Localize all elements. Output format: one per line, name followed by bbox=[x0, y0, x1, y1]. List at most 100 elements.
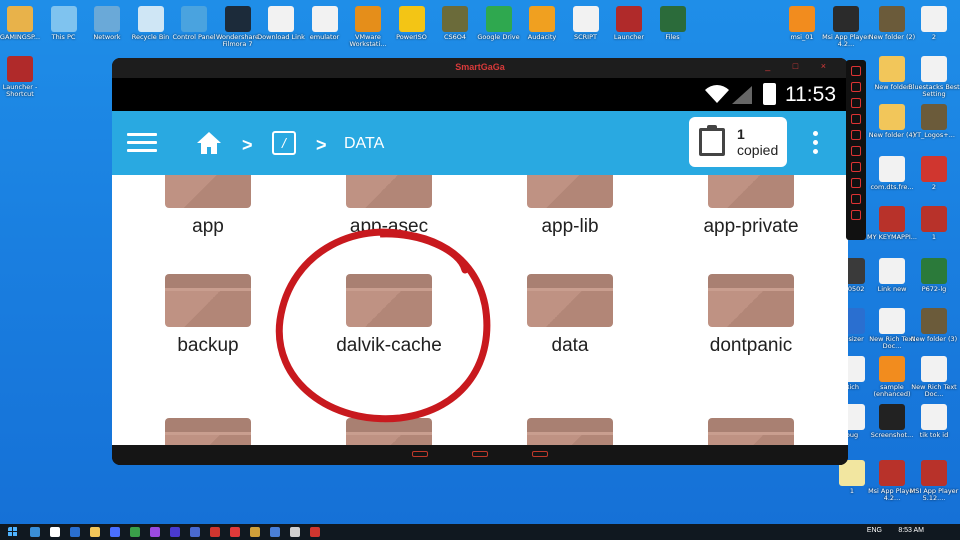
desktop-icon-image bbox=[7, 56, 33, 82]
desktop-icon[interactable]: Bluestacks Best Setting bbox=[908, 56, 960, 98]
folder-item[interactable] bbox=[495, 418, 645, 445]
taskbar-app-icon[interactable] bbox=[150, 527, 160, 537]
desktop-icon-image bbox=[789, 6, 815, 32]
folder-item[interactable]: backup bbox=[133, 274, 283, 357]
more-options-icon[interactable] bbox=[813, 131, 819, 155]
desktop-icon[interactable]: 2 bbox=[908, 156, 960, 191]
home-nav-icon[interactable] bbox=[472, 451, 488, 457]
taskbar-app-icon[interactable] bbox=[110, 527, 120, 537]
desktop-icon[interactable]: 2 bbox=[908, 6, 960, 41]
tool-icon[interactable] bbox=[851, 146, 861, 156]
desktop-icon-image bbox=[879, 404, 905, 430]
desktop-icon-image bbox=[7, 6, 33, 32]
desktop-icon[interactable]: 1 bbox=[908, 206, 960, 241]
desktop-icon-label: 1 bbox=[931, 233, 937, 241]
folder-icon bbox=[165, 274, 251, 327]
tool-icon[interactable] bbox=[851, 194, 861, 204]
taskbar-app-icon[interactable] bbox=[30, 527, 40, 537]
taskbar-app-icon[interactable] bbox=[290, 527, 300, 537]
desktop-icon[interactable]: tik tok id bbox=[908, 404, 960, 439]
desktop-icon-image bbox=[94, 6, 120, 32]
folder-item[interactable] bbox=[133, 418, 283, 445]
folder-item[interactable] bbox=[676, 418, 826, 445]
taskbar-app-icon[interactable] bbox=[250, 527, 260, 537]
desktop-icon[interactable]: New folder (3) bbox=[908, 308, 960, 343]
tool-icon[interactable] bbox=[851, 130, 861, 140]
desktop-icon-image bbox=[921, 156, 947, 182]
menu-icon[interactable] bbox=[127, 133, 157, 153]
folder-item[interactable]: data bbox=[495, 274, 645, 357]
tool-icon[interactable] bbox=[851, 178, 861, 188]
desktop-icon-image bbox=[879, 308, 905, 334]
android-status-bar: 11:53 bbox=[112, 78, 848, 111]
folder-icon bbox=[708, 418, 794, 445]
desktop-icon-image bbox=[921, 206, 947, 232]
desktop-icon-image bbox=[137, 6, 164, 32]
folder-name: app-asec bbox=[349, 216, 429, 237]
desktop-icon[interactable]: New Rich Text Doc... bbox=[908, 356, 960, 398]
windows-taskbar: ENG 8:53 AM bbox=[0, 524, 960, 540]
tool-icon[interactable] bbox=[851, 66, 861, 76]
breadcrumb-current[interactable]: DATA bbox=[344, 135, 384, 153]
tool-icon[interactable] bbox=[851, 98, 861, 108]
desktop-icon[interactable]: P672-lg bbox=[908, 258, 960, 293]
breadcrumb-root[interactable]: / bbox=[272, 131, 296, 155]
clipboard-label: copied bbox=[737, 142, 779, 158]
desktop-icon-image bbox=[529, 6, 555, 32]
desktop-icon-image bbox=[833, 6, 859, 32]
clipboard-button[interactable]: 1 copied bbox=[689, 117, 787, 167]
windows-start-icon[interactable] bbox=[8, 527, 18, 537]
tool-icon[interactable] bbox=[851, 82, 861, 92]
taskbar-app-icon[interactable] bbox=[50, 527, 60, 537]
tool-icon[interactable] bbox=[851, 210, 861, 220]
folder-name: app-private bbox=[703, 216, 799, 237]
folder-icon bbox=[165, 418, 251, 445]
desktop-icon[interactable]: Files bbox=[647, 6, 699, 41]
chevron-right-icon: > bbox=[242, 135, 253, 155]
desktop-icon[interactable]: Launcher - Shortcut bbox=[0, 56, 46, 98]
folder-item[interactable]: app bbox=[133, 175, 283, 238]
folder-item[interactable]: app-lib bbox=[495, 175, 645, 238]
folder-name: app-lib bbox=[541, 216, 599, 237]
folder-item[interactable]: app-asec bbox=[314, 175, 464, 238]
desktop-icon-label: 2 bbox=[931, 183, 937, 191]
desktop-icon-image bbox=[921, 404, 947, 430]
desktop-icon[interactable]: YT_Logos+... bbox=[908, 104, 960, 139]
desktop-icon-image bbox=[879, 460, 905, 486]
folder-item[interactable]: dontpanic bbox=[676, 274, 826, 357]
folder-name: app bbox=[192, 216, 224, 237]
folder-icon bbox=[527, 175, 613, 208]
desktop-icon-image bbox=[181, 6, 207, 32]
folder-icon bbox=[346, 175, 432, 208]
desktop-icon-image bbox=[224, 6, 251, 32]
recents-icon[interactable] bbox=[532, 451, 548, 457]
folder-item[interactable]: dalvik-cache bbox=[314, 274, 464, 357]
language-indicator[interactable]: ENG bbox=[867, 527, 882, 534]
desktop-icon[interactable]: MSI App Player 5.12.... bbox=[908, 460, 960, 502]
desktop-icon[interactable]: Msi App Player 4.2... bbox=[820, 6, 872, 48]
emulator-title-bar[interactable]: SmartGaGa _ □ × bbox=[112, 58, 848, 78]
clock[interactable]: 8:53 AM bbox=[898, 527, 924, 534]
back-icon[interactable] bbox=[412, 451, 428, 457]
folder-item[interactable] bbox=[314, 418, 464, 445]
taskbar-app-icon[interactable] bbox=[310, 527, 320, 537]
tool-icon[interactable] bbox=[851, 162, 861, 172]
window-controls[interactable]: _ □ × bbox=[765, 61, 836, 71]
folder-icon bbox=[165, 175, 251, 208]
folder-icon bbox=[346, 418, 432, 445]
taskbar-app-icon[interactable] bbox=[170, 527, 180, 537]
home-icon[interactable] bbox=[196, 131, 222, 155]
taskbar-app-icon[interactable] bbox=[270, 527, 280, 537]
taskbar-app-icon[interactable] bbox=[230, 527, 240, 537]
taskbar-app-icon[interactable] bbox=[190, 527, 200, 537]
taskbar-app-icon[interactable] bbox=[130, 527, 140, 537]
wifi-icon bbox=[705, 85, 729, 103]
taskbar-app-icon[interactable] bbox=[210, 527, 220, 537]
desktop-icon-label: New folder (3) bbox=[910, 335, 958, 343]
desktop-icon-image bbox=[921, 104, 947, 130]
folder-item[interactable]: app-private bbox=[676, 175, 826, 238]
emulator-window: SmartGaGa _ □ × 11:53 > / > DATA 1 copie… bbox=[112, 58, 848, 465]
taskbar-app-icon[interactable] bbox=[90, 527, 100, 537]
taskbar-app-icon[interactable] bbox=[70, 527, 80, 537]
tool-icon[interactable] bbox=[851, 114, 861, 124]
